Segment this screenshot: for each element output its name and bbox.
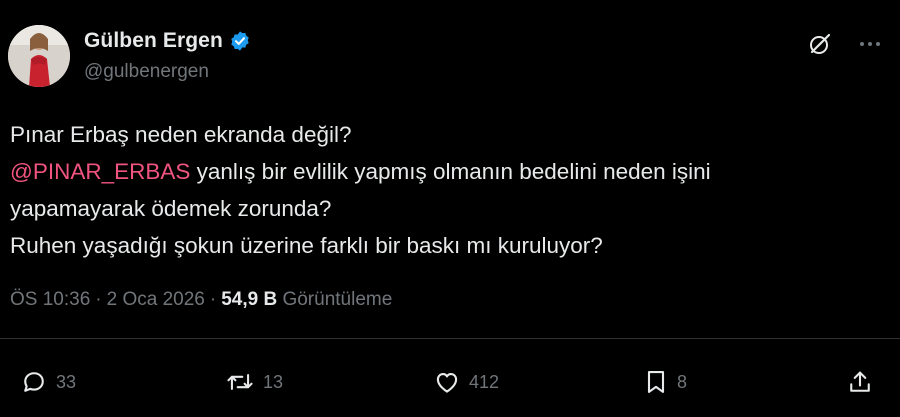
retweet-icon <box>225 368 255 396</box>
user-handle[interactable]: @gulbenergen <box>84 61 209 83</box>
reply-icon <box>20 368 48 396</box>
bookmark-count: 8 <box>677 371 688 392</box>
share-button[interactable] <box>846 364 874 400</box>
retweet-button[interactable]: 13 <box>225 364 283 400</box>
retweet-count: 13 <box>263 371 284 392</box>
bookmark-button[interactable]: 8 <box>643 364 687 400</box>
tweet-line-1: Pınar Erbaş neden ekranda değil? <box>10 122 352 147</box>
share-icon <box>846 368 874 396</box>
more-options-icon[interactable] <box>856 30 884 58</box>
display-name[interactable]: Gülben Ergen <box>84 29 223 53</box>
mention-link[interactable]: @PINAR_ERBAS <box>10 159 190 184</box>
tweet-line-4: Ruhen yaşadığı şokun üzerine farklı bir … <box>10 233 603 258</box>
meta-separator: · <box>209 289 217 310</box>
tweet-time[interactable]: ÖS 10:36 <box>10 289 90 310</box>
tweet-text: Pınar Erbaş neden ekranda değil? @PINAR_… <box>10 116 880 264</box>
views-count[interactable]: 54,9 B <box>221 289 277 310</box>
tweet-line-2-text: yanlış bir evlilik yapmış olmanın bedeli… <box>190 159 711 184</box>
grok-icon[interactable] <box>806 30 834 58</box>
avatar[interactable] <box>8 25 70 87</box>
tweet-line-3: yapamayarak ödemek zorunda? <box>10 196 332 221</box>
verified-badge-icon <box>229 30 251 52</box>
tweet: Gülben Ergen @gulbenergen Pınar Erbaş ne… <box>0 0 900 417</box>
tweet-actions: 33 13 412 8 <box>0 364 900 400</box>
tweet-line-2: @PINAR_ERBAS yanlış bir evlilik yapmış o… <box>10 153 880 190</box>
divider <box>0 338 900 339</box>
like-button[interactable]: 412 <box>433 364 499 400</box>
tweet-top-actions <box>806 30 884 58</box>
reply-button[interactable]: 33 <box>20 364 76 400</box>
reply-count: 33 <box>56 371 77 392</box>
heart-icon <box>433 368 461 396</box>
meta-separator: · <box>95 289 102 310</box>
views-label: Görüntüleme <box>282 289 393 310</box>
tweet-date[interactable]: 2 Oca 2026 <box>107 289 205 310</box>
like-count: 412 <box>469 371 500 392</box>
bookmark-icon <box>643 368 669 396</box>
user-name-row: Gülben Ergen <box>84 29 251 53</box>
avatar-image <box>8 25 70 87</box>
tweet-meta: ÖS 10:36 · 2 Oca 2026 · 54,9 B Görüntüleme <box>10 289 392 311</box>
